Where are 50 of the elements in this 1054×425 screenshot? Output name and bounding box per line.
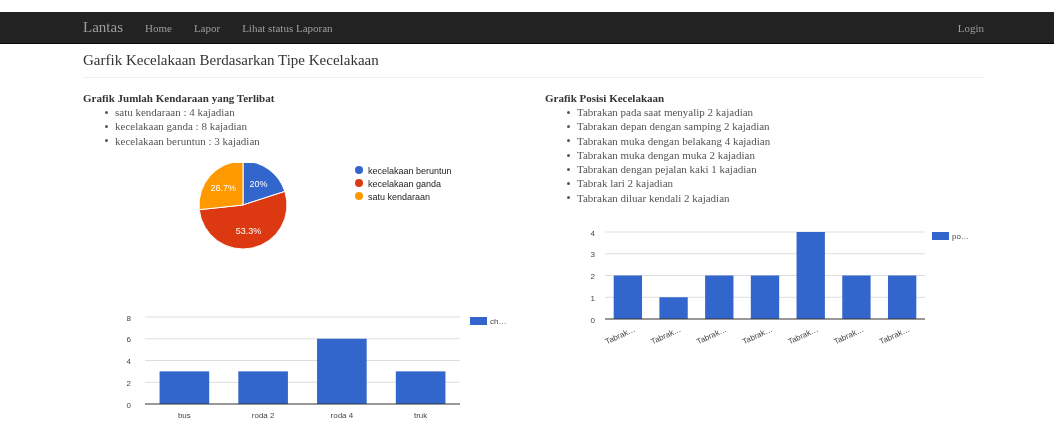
slice-label: 26.7% [210,182,237,193]
axis-tick-label: 4 [590,228,595,238]
category-label: truk [413,410,428,420]
login-link[interactable]: Login [957,21,984,34]
category-label: bus [177,410,191,420]
list-item: Tabrakan muka dengan belakang 4 kajadian [577,133,771,148]
legend-label: kecelakaan beruntun [368,165,452,176]
list-item: Tabrakan dengan pejalan kaki 1 kajadian [577,162,757,177]
nav-link[interactable]: Lapor [193,21,221,34]
list-item: Tabrakan muka dengan muka 2 kajadian [577,147,755,163]
nav-link[interactable]: Home [145,21,172,34]
section-heading: Grafik Posisi Kecelakaan [545,92,666,104]
legend-label: ch… [490,316,507,326]
list-item: kecelakaan ganda : 8 kajadian [115,119,247,134]
legend-label: satu kendaraan [368,191,431,202]
category-label: roda 2 [251,410,275,420]
bullet-icon [567,110,570,114]
list-item: kecelakaan beruntun : 3 kajadian [115,133,260,148]
bullet-icon [567,182,570,186]
bullet-icon [567,167,570,171]
slice-label: 20% [249,179,268,190]
axis-tick-label: 0 [126,400,131,410]
bullet-icon [105,110,108,114]
axis-tick-label: 0 [590,315,595,325]
axis-tick-label: 2 [590,272,595,282]
bullet-icon [105,124,108,128]
axis-tick-label: 3 [590,250,595,260]
bullet-icon [567,153,570,157]
bullet-icon [567,139,570,143]
list-item: satu kendaraan : 4 kajadian [115,105,235,120]
brand-link[interactable]: Lantas [83,19,123,36]
axis-tick-label: 8 [126,313,131,323]
bullet-icon [567,124,570,128]
axis-tick-label: 1 [590,293,595,303]
bullet-icon [105,139,108,143]
axis-tick-label: 4 [126,356,131,366]
page-title: Garfik Kecelakaan Berdasarkan Tipe Kecelakaan [83,52,985,78]
axis-tick-label: 2 [126,378,131,388]
list-item: Tabrakan diluar kendali 2 kajadian [577,190,730,206]
bullet-icon [567,196,570,200]
legend-label: kecelakaan ganda [368,178,442,189]
nav-link[interactable]: Lihat status Laporan [242,21,333,34]
legend-label: po… [952,232,969,242]
category-label: roda 4 [330,410,354,420]
list-item: Tabrak lari 2 kajadian [577,176,674,191]
section-heading: Grafik Jumlah Kendaraan yang Terlibat [83,92,276,104]
axis-tick-label: 6 [126,335,131,345]
slice-label: 53.3% [235,226,262,237]
list-item: Tabrakan depan dengan samping 2 kajadian [577,119,770,134]
list-item: Tabrakan pada saat menyalip 2 kajadian [577,105,754,120]
